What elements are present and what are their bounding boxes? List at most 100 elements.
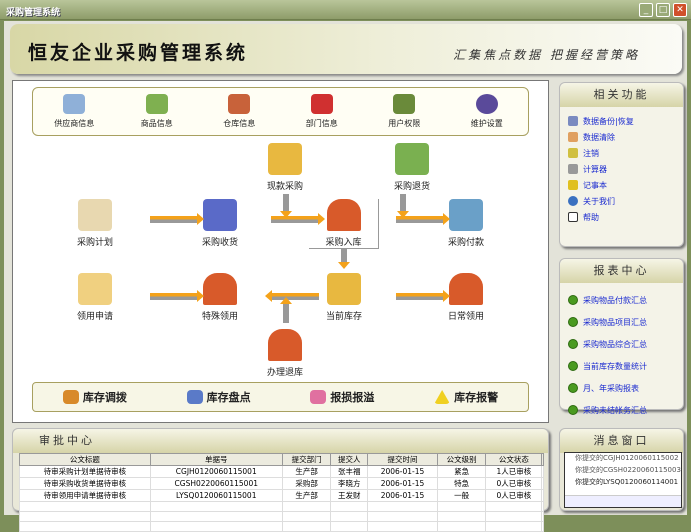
node-cash-purchase[interactable]: 现款采购 <box>250 143 320 192</box>
notepad-icon <box>568 180 578 190</box>
table-cell <box>485 511 543 522</box>
table-cell <box>19 501 151 512</box>
message-item[interactable]: 你提交的CGJH0120060115002 <box>565 453 681 465</box>
node-current-stock[interactable]: 当前库存 <box>309 273 379 322</box>
table-row[interactable]: 待审领用申请单据待审核 LYSQ0120060115001 生产部 王发财 2006-0… <box>19 489 544 502</box>
node-label: 采购收货 <box>201 238 238 248</box>
button-label: 库存调拨 <box>82 391 127 404</box>
warehouse-out-icon <box>203 273 237 305</box>
button-label: 报损报溢 <box>330 391 375 404</box>
node-purchase-pay[interactable]: 采购付款 <box>431 199 501 248</box>
node-label: 领用申请 <box>76 312 113 322</box>
table-cell <box>541 511 544 522</box>
table-row[interactable] <box>19 521 544 532</box>
table-cell <box>149 521 283 532</box>
node-purchase-plan[interactable]: 采购计划 <box>60 199 130 248</box>
message-item[interactable]: 你提交的LYSQ0120060114001 <box>565 477 681 489</box>
table-row[interactable] <box>19 501 544 512</box>
table-cell: 待审领用申请单据待审核 <box>19 489 151 502</box>
calculator-link[interactable]: 计算器 <box>568 161 683 177</box>
column-header[interactable]: 提交时间 <box>367 453 438 466</box>
panel-title: 报表中心 <box>560 259 683 283</box>
logout-icon <box>568 148 578 158</box>
message-window-panel: 消息窗口 你提交的CGJH0120060115002 你提交的CGSH02200… <box>559 428 684 511</box>
arrow-up <box>280 297 292 323</box>
table-cell: 生产部 <box>281 489 332 502</box>
table-cell: 紧急 <box>436 465 487 478</box>
table-row[interactable]: 待审采购收货单据待审核 CGSH0220060115001 采购部 李晓方 2006-0… <box>19 477 544 490</box>
link-label: 数据备份|恢复 <box>583 116 634 126</box>
stock-alarm-button[interactable]: 库存报警 <box>434 389 498 405</box>
button-label: 库存报警 <box>454 391 499 404</box>
payment-icon <box>449 199 483 231</box>
table-cell: 生产部 <box>281 465 332 478</box>
boxes-return-icon <box>395 143 429 175</box>
report-link[interactable]: 采购物品综合汇总 <box>568 333 683 355</box>
warning-icon <box>434 390 451 404</box>
column-header[interactable]: 提交部门 <box>281 453 332 466</box>
toolbar-warehouse[interactable]: 仓库信息 <box>204 94 274 129</box>
table-cell <box>330 521 369 532</box>
table-cell: 2006-01-15 <box>367 489 438 502</box>
report-link[interactable]: 采购物品项目汇总 <box>568 311 683 333</box>
report-link[interactable]: 当前库存数量统计 <box>568 355 683 377</box>
message-item[interactable]: 你提交的CGSH0220060115003 <box>565 465 681 477</box>
link-label: 记事本 <box>583 180 607 190</box>
inventory-icon <box>186 390 203 404</box>
message-list[interactable]: 你提交的CGJH0120060115002 你提交的CGSH0220060115… <box>564 452 682 508</box>
clipboard-icon <box>78 199 112 231</box>
node-purchase-receive[interactable]: 采购收货 <box>185 199 255 248</box>
toolbar-label: 维护设置 <box>470 119 503 128</box>
report-link[interactable]: 采购未结帐务汇总 <box>568 399 683 421</box>
column-header[interactable]: 单据号 <box>149 453 283 466</box>
node-return-stock[interactable]: 办理退库 <box>250 329 320 378</box>
report-center-panel: 报表中心 采购物品付款汇总 采购物品项目汇总 采购物品综合汇总 当前库存数量统计… <box>559 258 684 415</box>
column-header[interactable]: 提交人 <box>330 453 369 466</box>
arrow-right <box>150 290 204 302</box>
node-purchase-return[interactable]: 采购退货 <box>377 143 447 192</box>
toolbar-department[interactable]: 部门信息 <box>287 94 357 129</box>
report-link[interactable]: 月、年采购报表 <box>568 377 683 399</box>
column-header[interactable]: 公文状态 <box>485 453 543 466</box>
table-cell <box>149 501 283 512</box>
arrow-down <box>397 194 409 218</box>
inventory-toolbar: 库存调拨 库存盘点 报损报溢 库存报警 <box>32 382 529 412</box>
arrow-circle-icon <box>568 405 578 415</box>
help-link[interactable]: 帮助 <box>568 209 683 225</box>
table-row[interactable] <box>19 511 544 522</box>
table-cell: 采购部 <box>281 477 332 490</box>
notepad-link[interactable]: 记事本 <box>568 177 683 193</box>
toolbar-user[interactable]: 用户权限 <box>369 94 439 129</box>
table-cell <box>367 511 438 522</box>
horizontal-scrollbar[interactable] <box>565 495 681 507</box>
toolbar-label: 商品信息 <box>140 119 173 128</box>
backup-restore-link[interactable]: 数据备份|恢复 <box>568 113 683 129</box>
approval-center-panel: 审批中心 公文标题 单据号 提交部门 提交人 提交时间 公文级别 公文状态 待审… <box>12 428 549 532</box>
stock-check-button[interactable]: 库存盘点 <box>186 389 251 405</box>
table-cell: 李晓方 <box>330 477 369 490</box>
table-cell: 王发财 <box>330 489 369 502</box>
loss-overflow-button[interactable]: 报损报溢 <box>310 389 374 405</box>
node-apply[interactable]: 领用申请 <box>60 273 130 322</box>
toolbar-supplier[interactable]: 供应商信息 <box>39 94 109 129</box>
node-label: 采购付款 <box>447 238 484 248</box>
about-link[interactable]: 关于我们 <box>568 193 683 209</box>
clear-data-link[interactable]: 数据清除 <box>568 129 683 145</box>
banner: 恒友企业采购管理系统 汇集焦点数据 把握经营策略 <box>10 24 682 74</box>
maximize-button[interactable]: □ <box>656 3 670 17</box>
logout-link[interactable]: 注销 <box>568 145 683 161</box>
column-header[interactable]: 公文级别 <box>436 453 487 466</box>
close-button[interactable]: ✕ <box>673 3 687 17</box>
clear-icon <box>568 132 578 142</box>
table-cell <box>367 501 438 512</box>
column-header[interactable]: 公文标题 <box>19 453 151 466</box>
user-icon <box>393 94 416 114</box>
toolbar-goods[interactable]: 商品信息 <box>122 94 192 129</box>
minimize-button[interactable]: _ <box>639 3 653 17</box>
toolbar-settings[interactable]: 维护设置 <box>452 94 522 129</box>
table-row[interactable]: 待审采购计划单据待审核 CGJH0120060115001 生产部 张丰福 2006-0… <box>19 465 544 478</box>
report-link[interactable]: 采购物品付款汇总 <box>568 289 683 311</box>
stock-transfer-button[interactable]: 库存调拨 <box>62 389 127 405</box>
link-label: 采购物品项目汇总 <box>583 317 647 327</box>
panel-title: 消息窗口 <box>560 429 683 453</box>
